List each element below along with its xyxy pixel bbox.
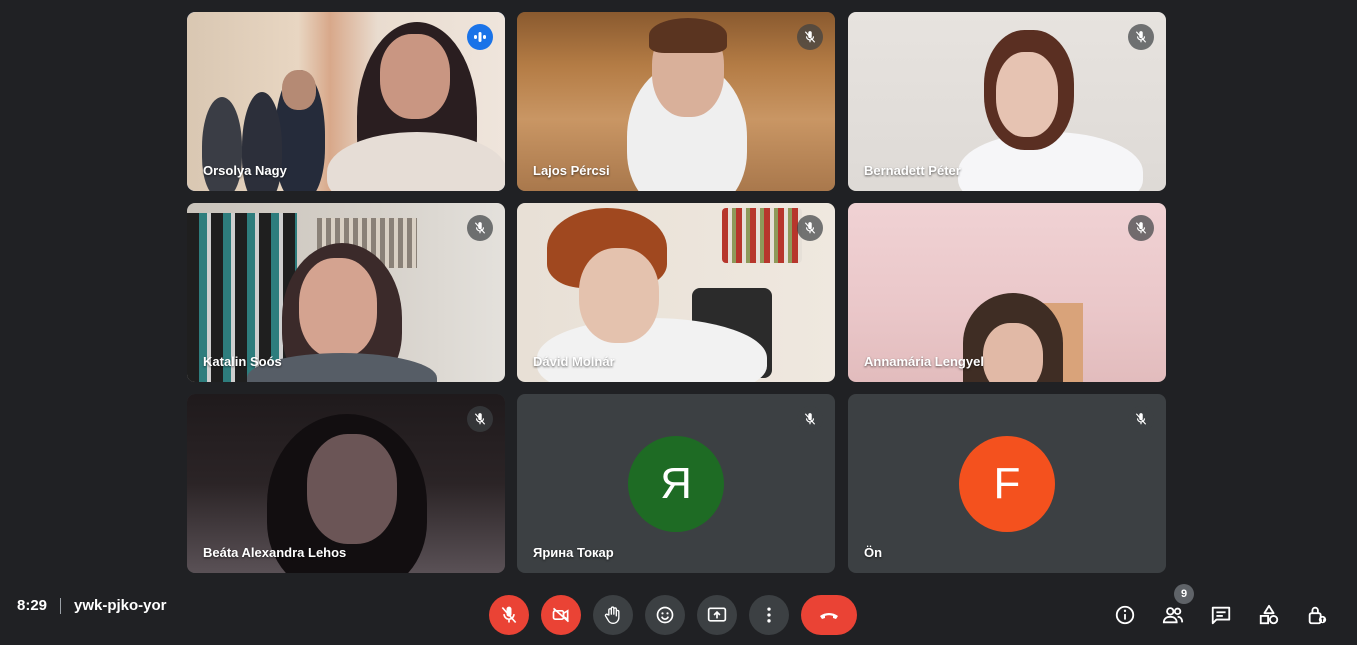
participant-count-badge: 9 <box>1174 584 1194 604</box>
mic-off-icon <box>1128 24 1154 50</box>
tile-orsolya-nagy[interactable]: Orsolya Nagy <box>187 12 505 191</box>
tile-yaryna-tokar[interactable]: Я Ярина Токар <box>517 394 835 573</box>
meeting-time: 8:29 <box>17 597 48 614</box>
mic-off-icon <box>797 215 823 241</box>
speaking-indicator-icon <box>467 24 493 50</box>
host-controls-button[interactable] <box>1302 600 1332 630</box>
people-icon <box>1162 607 1184 624</box>
activities-icon <box>1259 604 1279 625</box>
chat-button[interactable] <box>1206 600 1236 630</box>
tile-katalin-soos[interactable]: Katalin Soós <box>187 203 505 382</box>
camera-off-icon <box>552 607 570 623</box>
participant-name: Lajos Pércsi <box>533 163 610 178</box>
meeting-code: ywk-pjko-yor <box>74 597 167 614</box>
host-controls-icon <box>1308 606 1327 625</box>
mic-off-icon <box>797 24 823 50</box>
participant-name: Ön <box>864 545 883 560</box>
tile-bernadett-peter[interactable]: Bernadett Péter <box>848 12 1166 191</box>
tile-self[interactable]: F Ön <box>848 394 1166 573</box>
avatar: Я <box>628 435 724 532</box>
tile-david-molnar[interactable]: Dávid Molnár <box>517 203 835 382</box>
meeting-details-button[interactable] <box>1110 600 1140 630</box>
emoji-icon <box>656 606 674 624</box>
camera-toggle-button[interactable] <box>541 595 581 635</box>
end-call-icon <box>820 613 838 619</box>
chat-icon <box>1211 606 1231 625</box>
participant-name: Ярина Токар <box>533 545 614 560</box>
tile-lajos-percsi[interactable]: Lajos Pércsi <box>517 12 835 191</box>
participant-name: Beáta Alexandra Lehos <box>203 545 347 560</box>
mic-off-icon <box>467 215 493 241</box>
participant-name: Katalin Soós <box>203 354 282 369</box>
emoji-button[interactable] <box>645 595 685 635</box>
participant-name: Orsolya Nagy <box>203 163 287 178</box>
more-options-button[interactable] <box>749 595 789 635</box>
info-icon <box>1115 605 1135 625</box>
video-grid: Orsolya Nagy Lajos Pércsi Bernadett Péte… <box>187 12 1167 573</box>
present-icon <box>707 607 727 622</box>
divider <box>60 598 61 614</box>
mic-off-icon <box>1128 406 1154 432</box>
raise-hand-button[interactable] <box>593 595 633 635</box>
mic-off-icon <box>797 406 823 432</box>
tile-annamaria-lengyel[interactable]: Annamária Lengyel <box>848 203 1166 382</box>
activities-button[interactable] <box>1254 600 1284 630</box>
more-vert-icon <box>767 607 771 623</box>
mic-off-icon <box>1128 215 1154 241</box>
avatar: F <box>959 435 1055 532</box>
present-button[interactable] <box>697 595 737 635</box>
participant-name: Annamária Lengyel <box>864 354 984 369</box>
tile-beata-alexandra-lehos[interactable]: Beáta Alexandra Lehos <box>187 394 505 573</box>
mic-off-icon <box>467 406 493 432</box>
raise-hand-icon <box>604 606 620 624</box>
end-call-button[interactable] <box>801 595 857 635</box>
participant-name: Dávid Molnár <box>533 354 615 369</box>
people-button[interactable] <box>1158 600 1188 630</box>
mic-off-icon <box>501 606 517 624</box>
mic-toggle-button[interactable] <box>489 595 529 635</box>
participant-name: Bernadett Péter <box>864 163 961 178</box>
